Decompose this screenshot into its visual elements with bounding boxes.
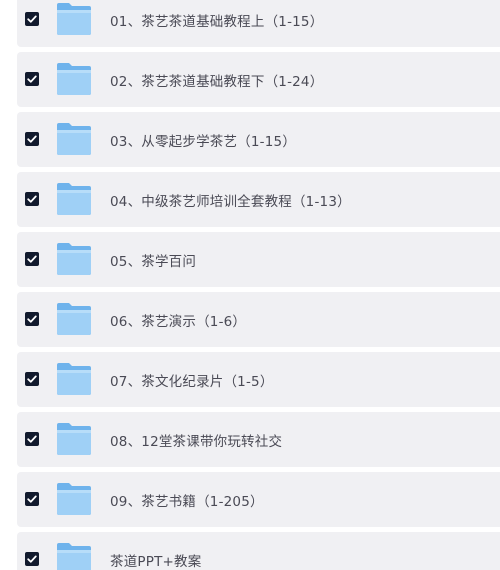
folder-name: 09、茶艺书籍（1-205） [110,494,264,510]
list-item[interactable]: 08、12堂茶课带你玩转社交 [17,412,500,467]
folder-icon [56,422,92,456]
checkmark-icon [27,195,37,203]
folder-icon [56,302,92,336]
folder-name: 02、茶艺茶道基础教程下（1-24） [110,74,324,90]
checkmark-icon [27,495,37,503]
checkbox[interactable] [25,12,39,26]
folder-name: 07、茶文化纪录片（1-5） [110,374,274,390]
checkmark-icon [27,15,37,23]
checkmark-icon [27,315,37,323]
list-item[interactable]: 01、茶艺茶道基础教程上（1-15） [17,0,500,47]
folder-icon [56,122,92,156]
folder-icon [56,2,92,36]
list-item[interactable]: 09、茶艺书籍（1-205） [17,472,500,527]
folder-name: 06、茶艺演示（1-6） [110,314,247,330]
folder-name: 04、中级茶艺师培训全套教程（1-13） [110,194,351,210]
folder-icon [56,542,92,570]
list-item[interactable]: 05、茶学百问 [17,232,500,287]
folder-name: 03、从零起步学茶艺（1-15） [110,134,297,150]
checkmark-icon [27,135,37,143]
checkbox[interactable] [25,432,39,446]
list-item[interactable]: 04、中级茶艺师培训全套教程（1-13） [17,172,500,227]
folder-icon [56,362,92,396]
checkbox[interactable] [25,372,39,386]
folder-icon [56,182,92,216]
folder-name: 01、茶艺茶道基础教程上（1-15） [110,14,324,30]
folder-name: 08、12堂茶课带你玩转社交 [110,434,283,450]
folder-icon [56,62,92,96]
checkmark-icon [27,75,37,83]
folder-icon [56,482,92,516]
folder-list: 01、茶艺茶道基础教程上（1-15） 02、茶艺茶道基础教程下（1-24） 03… [0,0,500,570]
list-item[interactable]: 07、茶文化纪录片（1-5） [17,352,500,407]
folder-icon [56,242,92,276]
checkbox[interactable] [25,252,39,266]
checkmark-icon [27,435,37,443]
checkmark-icon [27,555,37,563]
checkmark-icon [27,255,37,263]
folder-name: 茶道PPT+教案 [110,554,202,570]
checkbox[interactable] [25,192,39,206]
checkbox[interactable] [25,312,39,326]
checkbox[interactable] [25,492,39,506]
list-item[interactable]: 02、茶艺茶道基础教程下（1-24） [17,52,500,107]
checkbox[interactable] [25,552,39,566]
checkbox[interactable] [25,132,39,146]
list-item[interactable]: 茶道PPT+教案 [17,532,500,570]
checkbox[interactable] [25,72,39,86]
list-item[interactable]: 06、茶艺演示（1-6） [17,292,500,347]
folder-name: 05、茶学百问 [110,254,197,270]
list-item[interactable]: 03、从零起步学茶艺（1-15） [17,112,500,167]
checkmark-icon [27,375,37,383]
